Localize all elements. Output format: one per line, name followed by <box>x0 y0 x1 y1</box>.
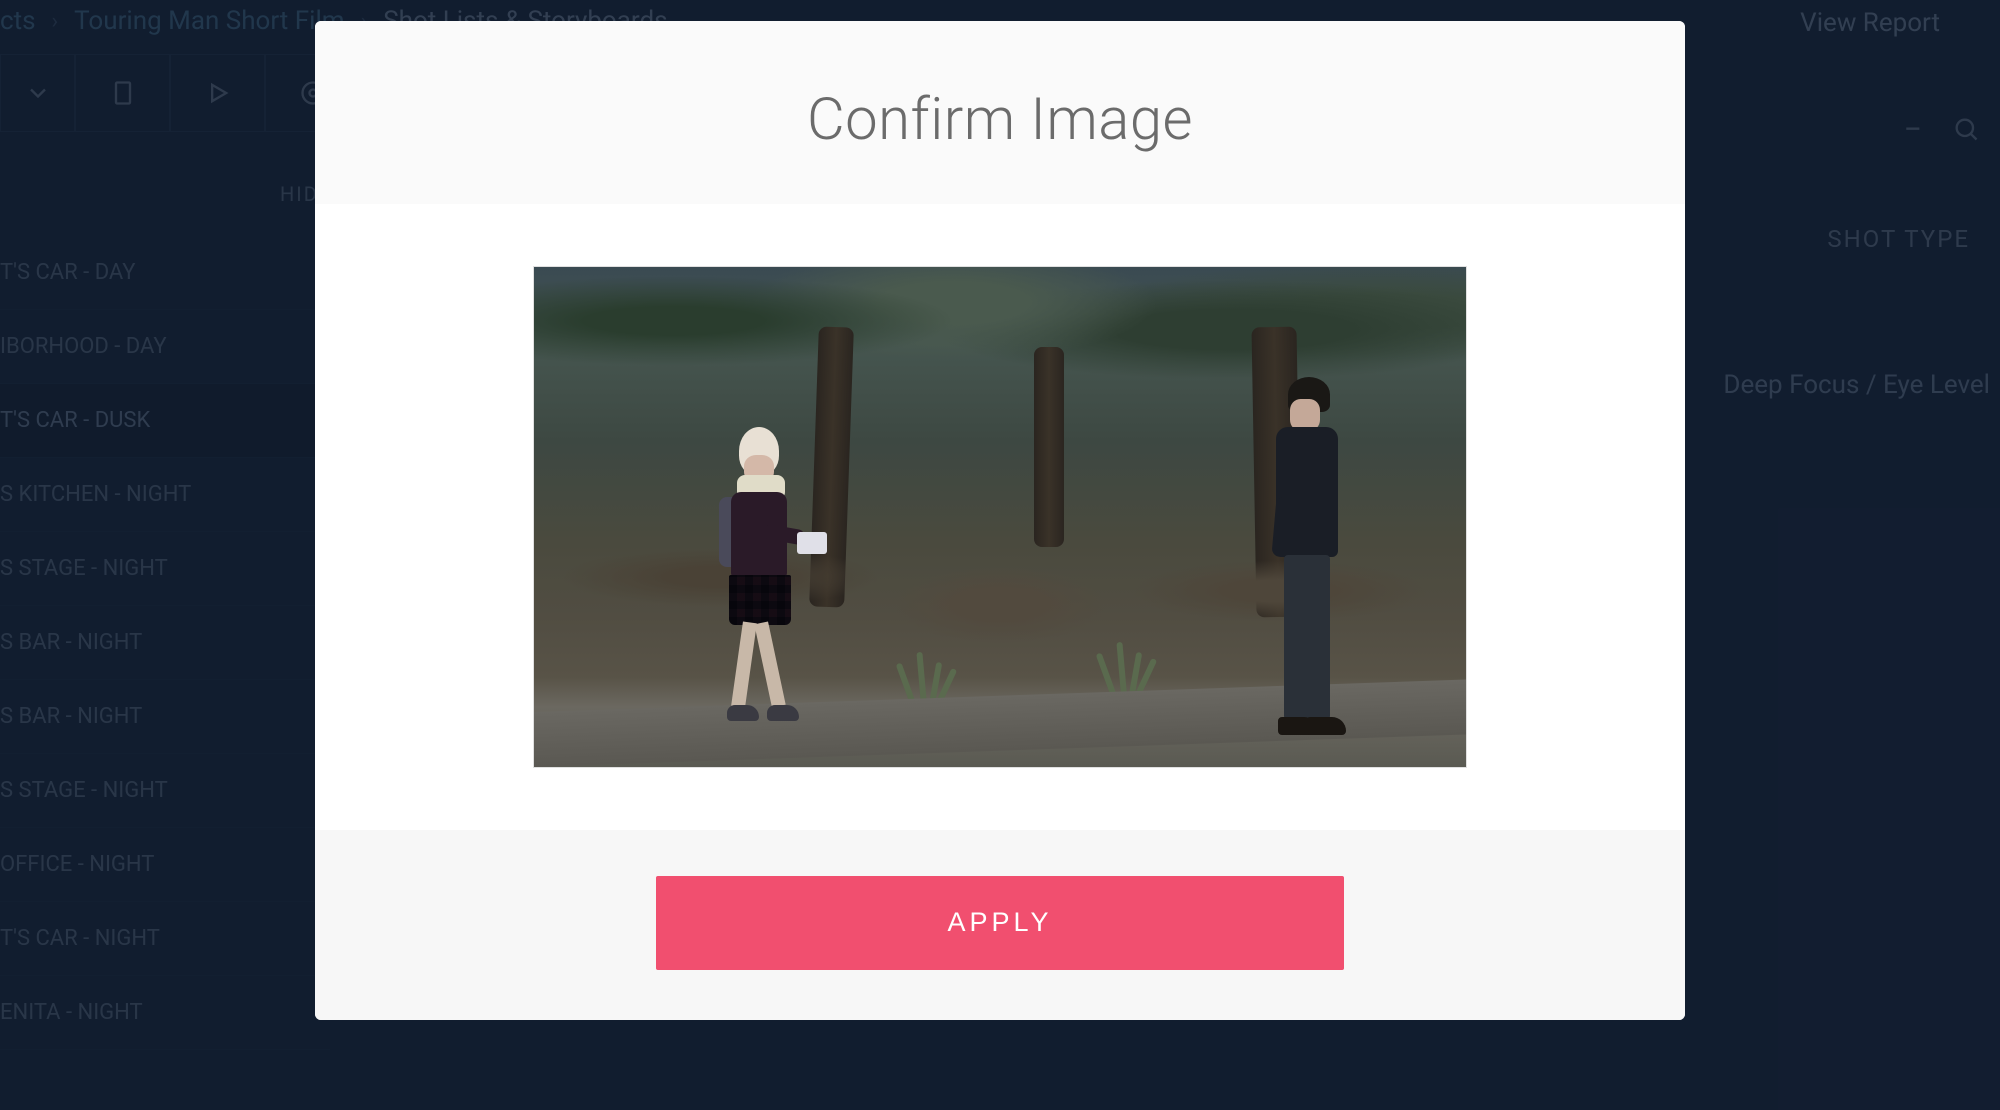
modal-body <box>315 204 1685 830</box>
modal-title: Confirm Image <box>355 86 1645 154</box>
preview-image <box>533 266 1467 768</box>
modal-footer: APPLY <box>315 830 1685 1020</box>
person-figure-right <box>1266 377 1356 747</box>
confirm-image-modal: Confirm Image <box>315 21 1685 1020</box>
modal-header: Confirm Image <box>315 21 1685 204</box>
plant <box>1084 612 1164 702</box>
person-figure-left <box>709 427 809 737</box>
modal-overlay[interactable]: Confirm Image <box>0 0 2000 1110</box>
apply-button[interactable]: APPLY <box>656 876 1344 970</box>
